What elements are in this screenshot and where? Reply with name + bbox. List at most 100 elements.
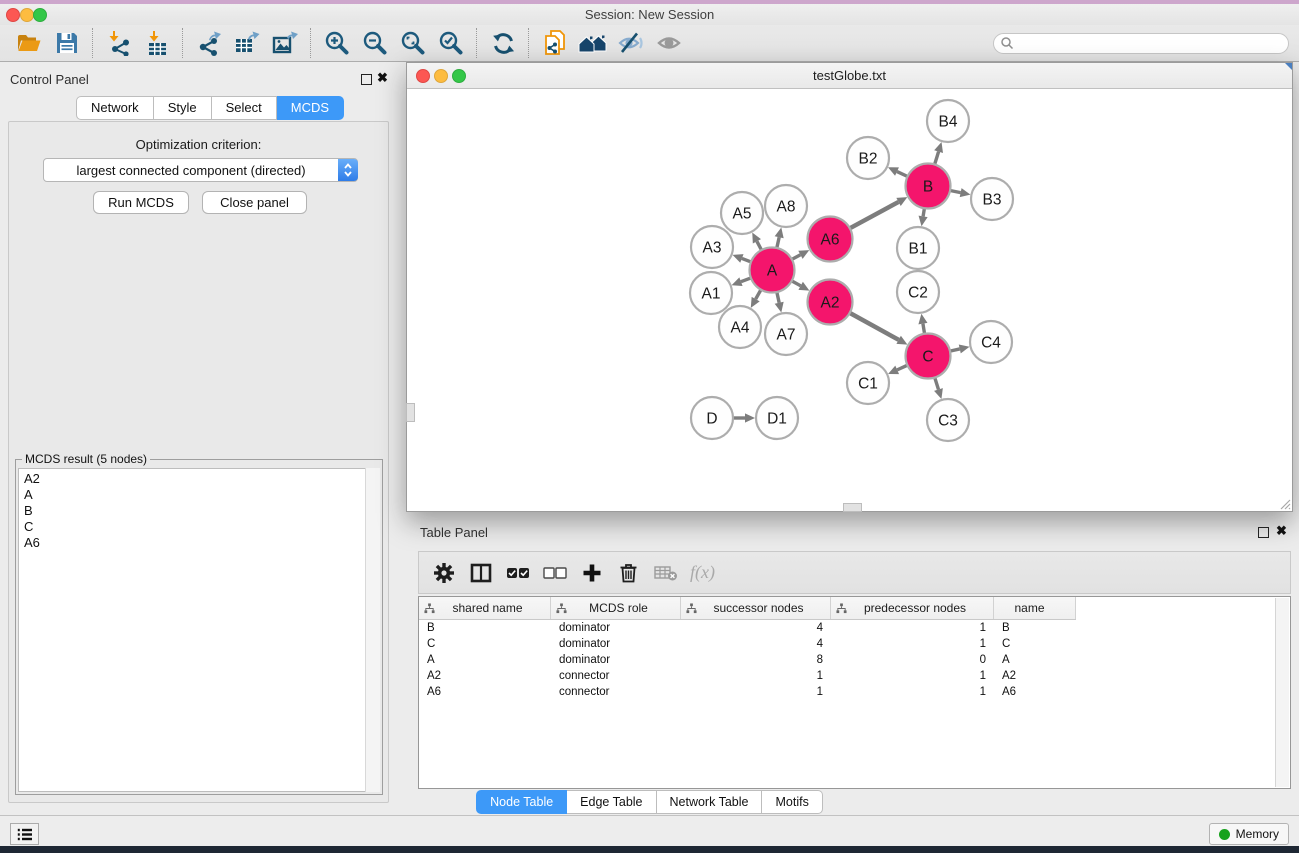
search-input[interactable]: [1014, 34, 1288, 52]
network-graph[interactable]: B4B2BB3A8A5A6A3B1AC2A1A2A4A7C4CC1C3DD1: [407, 89, 1292, 511]
close-panel-icon[interactable]: ✖: [1276, 524, 1287, 538]
table-row[interactable]: Bdominator41B: [419, 620, 1076, 636]
table-cell[interactable]: 1: [831, 636, 994, 652]
tab-network-table[interactable]: Network Table: [657, 790, 763, 814]
graph-node-A7[interactable]: A7: [765, 313, 807, 355]
edge-A-A6[interactable]: [792, 255, 801, 260]
zoom-in-button[interactable]: [318, 27, 356, 59]
column-header-predecessor-nodes[interactable]: predecessor nodes: [831, 597, 994, 619]
column-header-successor-nodes[interactable]: successor nodes: [681, 597, 831, 619]
bottom-divider-grip[interactable]: [843, 503, 862, 512]
column-header-name[interactable]: name: [994, 597, 1076, 619]
hide-details-button[interactable]: [612, 27, 650, 59]
graph-node-C1[interactable]: C1: [847, 362, 889, 404]
graph-node-A2[interactable]: A2: [808, 280, 853, 325]
graph-node-C3[interactable]: C3: [927, 399, 969, 441]
select-all-columns-button[interactable]: [499, 555, 536, 591]
table-cell[interactable]: B: [419, 620, 551, 636]
mcds-result-item[interactable]: C: [24, 519, 379, 535]
edge-C-C1[interactable]: [897, 365, 907, 370]
graph-node-B4[interactable]: B4: [927, 100, 969, 142]
task-history-button[interactable]: [10, 823, 39, 845]
tab-network[interactable]: Network: [76, 96, 154, 120]
save-session-button[interactable]: [48, 27, 86, 59]
left-divider-grip[interactable]: [406, 403, 415, 422]
edge-A-A2[interactable]: [792, 281, 801, 286]
table-cell[interactable]: connector: [551, 684, 681, 700]
table-scrollbar[interactable]: [1275, 598, 1289, 787]
graph-node-C[interactable]: C: [906, 334, 951, 379]
table-cell[interactable]: A: [994, 652, 1076, 668]
import-network-button[interactable]: [100, 27, 138, 59]
table-cell[interactable]: 1: [831, 684, 994, 700]
memory-button[interactable]: Memory: [1209, 823, 1289, 845]
column-header-MCDS-role[interactable]: MCDS role: [551, 597, 681, 619]
delete-table-button[interactable]: [647, 555, 684, 591]
tab-select[interactable]: Select: [212, 96, 277, 120]
table-cell[interactable]: dominator: [551, 652, 681, 668]
minimize-traffic-light[interactable]: [434, 69, 448, 83]
table-row[interactable]: Adominator80A: [419, 652, 1076, 668]
mcds-result-item[interactable]: A2: [24, 471, 379, 487]
table-cell[interactable]: dominator: [551, 620, 681, 636]
zoom-traffic-light[interactable]: [33, 8, 47, 22]
graph-node-B1[interactable]: B1: [897, 227, 939, 269]
edge-B-B2[interactable]: [897, 172, 908, 177]
edge-B-B4[interactable]: [935, 152, 939, 165]
graph-node-A6[interactable]: A6: [808, 217, 853, 262]
table-cell[interactable]: B: [994, 620, 1076, 636]
graph-node-D1[interactable]: D1: [756, 397, 798, 439]
edge-C-C2[interactable]: [923, 324, 925, 334]
table-cell[interactable]: A6: [419, 684, 551, 700]
function-builder-button[interactable]: f(x): [684, 555, 715, 591]
network-window-titlebar[interactable]: testGlobe.txt: [407, 63, 1292, 89]
table-cell[interactable]: A: [419, 652, 551, 668]
criterion-dropdown[interactable]: largest connected component (directed): [43, 158, 358, 182]
table-cell[interactable]: 1: [681, 668, 831, 684]
table-cell[interactable]: 1: [681, 684, 831, 700]
edge-A-A7[interactable]: [777, 292, 779, 303]
zoom-selected-button[interactable]: [432, 27, 470, 59]
table-settings-button[interactable]: [425, 555, 462, 591]
tab-style[interactable]: Style: [154, 96, 212, 120]
tab-motifs[interactable]: Motifs: [762, 790, 822, 814]
import-table-button[interactable]: [138, 27, 176, 59]
close-panel-button[interactable]: Close panel: [202, 191, 307, 214]
graph-node-B[interactable]: B: [906, 164, 951, 209]
edge-A6-B[interactable]: [850, 202, 899, 228]
table-cell[interactable]: A6: [994, 684, 1076, 700]
edge-C-C4[interactable]: [950, 349, 960, 351]
zoom-out-button[interactable]: [356, 27, 394, 59]
table-cell[interactable]: connector: [551, 668, 681, 684]
graph-node-C2[interactable]: C2: [897, 271, 939, 313]
table-cell[interactable]: A2: [419, 668, 551, 684]
table-row[interactable]: Cdominator41C: [419, 636, 1076, 652]
table-cell[interactable]: A2: [994, 668, 1076, 684]
mcds-result-list[interactable]: A2ABCA6: [18, 468, 380, 792]
graph-node-A5[interactable]: A5: [721, 192, 763, 234]
table-cell[interactable]: 0: [831, 652, 994, 668]
search-box[interactable]: [993, 33, 1289, 54]
graph-node-C4[interactable]: C4: [970, 321, 1012, 363]
table-cell[interactable]: 8: [681, 652, 831, 668]
table-cell[interactable]: 1: [831, 668, 994, 684]
graph-node-B3[interactable]: B3: [971, 178, 1013, 220]
graph-node-A3[interactable]: A3: [691, 226, 733, 268]
mcds-result-item[interactable]: A6: [24, 535, 379, 551]
resize-grip-icon[interactable]: [1278, 497, 1291, 510]
mcds-result-scrollbar[interactable]: [365, 468, 380, 792]
graph-node-A[interactable]: A: [750, 248, 795, 293]
table-cell[interactable]: 4: [681, 620, 831, 636]
export-image-button[interactable]: [266, 27, 304, 59]
open-session-button[interactable]: [10, 27, 48, 59]
edge-A-A4[interactable]: [756, 290, 761, 299]
clone-network-button[interactable]: [536, 27, 574, 59]
edge-A-A5[interactable]: [757, 241, 762, 250]
create-column-button[interactable]: [573, 555, 610, 591]
close-traffic-light[interactable]: [6, 8, 20, 22]
tab-node-table[interactable]: Node Table: [476, 790, 567, 814]
table-row[interactable]: A2connector11A2: [419, 668, 1076, 684]
zoom-traffic-light[interactable]: [452, 69, 466, 83]
table-cell[interactable]: C: [419, 636, 551, 652]
table-cell[interactable]: dominator: [551, 636, 681, 652]
